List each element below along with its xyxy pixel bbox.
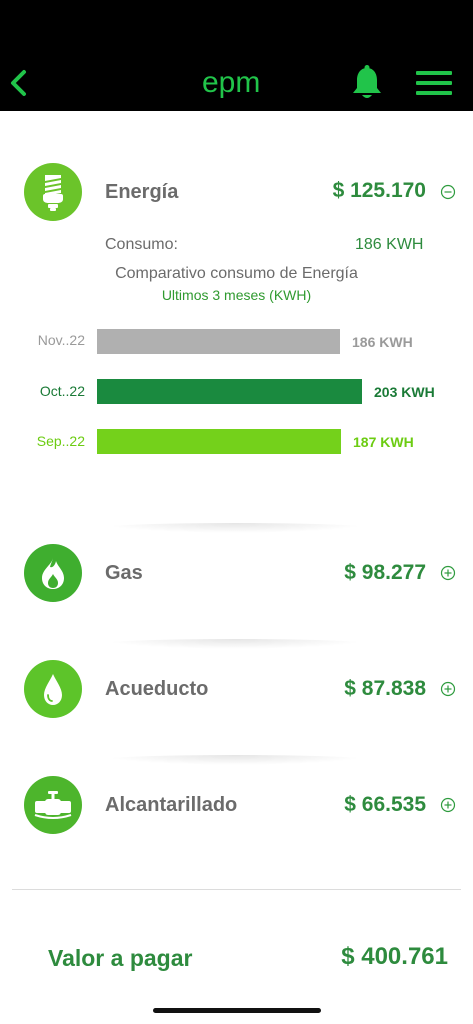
section-divider bbox=[100, 755, 370, 765]
plus-circle-icon bbox=[440, 565, 456, 581]
chart-title: Comparativo consumo de Energía bbox=[115, 265, 358, 282]
bar-label-oct: Oct..22 bbox=[39, 383, 85, 399]
bar-nov bbox=[97, 329, 340, 354]
gas-service-name: Gas bbox=[105, 562, 143, 584]
plus-circle-icon bbox=[440, 797, 456, 813]
water-service-name: Acueducto bbox=[105, 678, 209, 700]
gas-service-amount: $ 98.277 bbox=[344, 561, 426, 584]
bar-label-sep: Sep..22 bbox=[36, 433, 85, 449]
gas-service-icon bbox=[24, 544, 82, 602]
bar-value-sep: 187 KWH bbox=[353, 434, 414, 450]
back-icon bbox=[11, 70, 26, 96]
sewer-service-icon bbox=[24, 776, 82, 834]
menu-icon bbox=[416, 71, 452, 95]
pipe-valve-icon bbox=[34, 791, 72, 819]
bar-oct bbox=[97, 379, 362, 404]
total-divider bbox=[12, 889, 461, 890]
plus-circle-icon bbox=[440, 681, 456, 697]
energy-service-icon bbox=[24, 163, 82, 221]
bar-label-nov: Nov..22 bbox=[37, 332, 85, 348]
energy-collapse-button[interactable] bbox=[440, 184, 456, 200]
section-divider bbox=[100, 639, 370, 649]
logo-text: epm bbox=[202, 66, 260, 99]
water-service-icon bbox=[24, 660, 82, 718]
total-value: $ 400.761 bbox=[341, 943, 448, 970]
water-service-amount: $ 87.838 bbox=[344, 677, 426, 700]
flame-icon bbox=[42, 557, 64, 589]
bar-sep bbox=[97, 429, 341, 454]
sewer-service-amount: $ 66.535 bbox=[344, 793, 426, 816]
bar-value-oct: 203 KWH bbox=[374, 384, 435, 400]
section-divider bbox=[100, 523, 370, 533]
menu-button[interactable] bbox=[414, 68, 456, 98]
energy-service-amount: $ 125.170 bbox=[332, 179, 426, 202]
consumo-label: Consumo: bbox=[105, 236, 178, 253]
total-label: Valor a pagar bbox=[48, 945, 193, 971]
gas-expand-button[interactable] bbox=[440, 565, 456, 581]
epm-logo: epm bbox=[198, 64, 278, 104]
chart-subtitle: Ultimos 3 meses (KWH) bbox=[161, 287, 312, 303]
water-expand-button[interactable] bbox=[440, 681, 456, 697]
energy-service-name: Energía bbox=[105, 181, 179, 203]
minus-circle-icon bbox=[440, 184, 456, 200]
water-drop-icon bbox=[44, 674, 62, 705]
back-button[interactable] bbox=[6, 66, 34, 100]
top-bar: epm bbox=[0, 0, 473, 111]
sewer-service-name: Alcantarillado bbox=[105, 794, 238, 816]
sewer-expand-button[interactable] bbox=[440, 797, 456, 813]
lightbulb-icon bbox=[43, 175, 63, 211]
bar-value-nov: 186 KWH bbox=[352, 334, 413, 350]
notifications-button[interactable] bbox=[350, 64, 384, 102]
home-indicator bbox=[153, 1008, 321, 1013]
bell-icon bbox=[353, 65, 381, 98]
consumo-value: 186 KWH bbox=[355, 236, 424, 253]
